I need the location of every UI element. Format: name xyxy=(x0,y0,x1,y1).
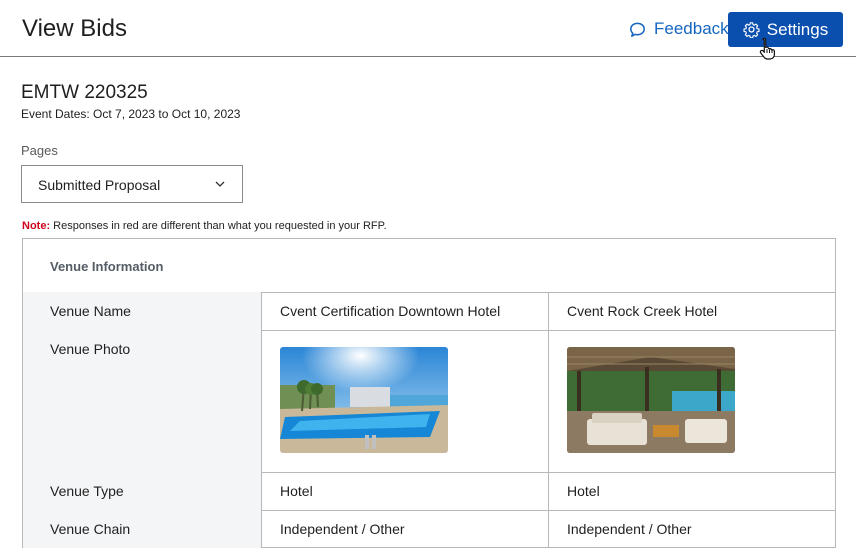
venue-1-cell: Hotel xyxy=(262,472,549,510)
row-label: Venue Type xyxy=(50,483,124,499)
venue-1-cell: Cvent Certification Downtown Hotel xyxy=(262,292,549,330)
speech-bubble-icon xyxy=(630,22,645,37)
pages-dropdown-value: Submitted Proposal xyxy=(38,177,161,193)
venue-2-cell: Independent / Other xyxy=(549,510,835,548)
settings-button[interactable]: Settings xyxy=(728,12,843,47)
page-title: View Bids xyxy=(22,15,127,42)
venue-2-value: Hotel xyxy=(567,483,600,499)
page-header: View Bids Feedback Settings xyxy=(0,0,856,60)
pages-dropdown[interactable]: Submitted Proposal xyxy=(21,165,243,203)
venue-2-cell xyxy=(549,330,835,472)
venue-2-cell: Hotel xyxy=(549,472,835,510)
row-label-cell: Venue Photo xyxy=(23,330,262,472)
venue-1-value: Hotel xyxy=(280,483,313,499)
venue-1-cell: Independent / Other xyxy=(262,510,549,548)
table-row: Venue Name Cvent Certification Downtown … xyxy=(23,292,835,331)
venue-2-value: Cvent Rock Creek Hotel xyxy=(567,303,718,319)
row-label: Venue Chain xyxy=(50,521,131,537)
row-label: Venue Name xyxy=(50,303,131,319)
venue-1-value: Independent / Other xyxy=(280,521,405,537)
table-row: Venue Type Hotel Hotel xyxy=(23,472,835,511)
pages-label: Pages xyxy=(21,143,58,158)
table-row: Venue Chain Independent / Other Independ… xyxy=(23,510,835,548)
row-label-cell: Venue Name xyxy=(23,292,262,330)
table-row: Venue Photo xyxy=(23,330,835,473)
row-label-cell: Venue Chain xyxy=(23,510,262,548)
chevron-down-icon xyxy=(215,181,225,187)
venue-2-photo xyxy=(567,347,735,453)
feedback-label: Feedback xyxy=(654,19,729,38)
venue-2-value: Independent / Other xyxy=(567,521,692,537)
venue-1-value: Cvent Certification Downtown Hotel xyxy=(280,303,501,319)
venue-1-cell xyxy=(262,330,549,472)
venue-1-photo xyxy=(280,347,448,453)
venue-information-table: Venue Information Venue Name Cvent Certi… xyxy=(22,238,836,548)
note-label: Note: xyxy=(22,220,51,232)
hand-cursor-icon xyxy=(759,37,775,60)
rfp-note: Note: Responses in red are different tha… xyxy=(22,220,387,232)
row-label-cell: Venue Type xyxy=(23,472,262,510)
section-header: Venue Information xyxy=(23,239,835,293)
note-text: Responses in red are different than what… xyxy=(50,220,387,232)
venue-2-cell: Cvent Rock Creek Hotel xyxy=(549,292,835,330)
row-label: Venue Photo xyxy=(50,341,131,357)
event-name: EMTW 220325 xyxy=(21,82,148,103)
section-title: Venue Information xyxy=(50,259,164,274)
feedback-link[interactable]: Feedback xyxy=(628,19,729,39)
event-dates: Event Dates: Oct 7, 2023 to Oct 10, 2023 xyxy=(21,107,241,121)
